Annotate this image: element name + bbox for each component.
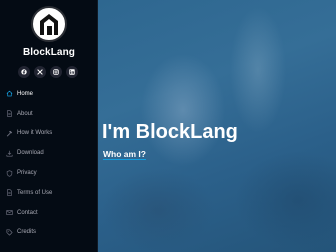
nav-item-privacy[interactable]: Privacy [0, 163, 98, 183]
document-icon [6, 189, 13, 196]
document-icon [6, 110, 13, 117]
nav-item-label: How it Works [17, 130, 53, 137]
nav-item-label: Home [17, 90, 34, 97]
nav-item-download[interactable]: Download [0, 143, 98, 163]
shield-icon [6, 169, 13, 177]
nav-item-about[interactable]: About [0, 104, 98, 124]
envelope-icon [6, 209, 13, 216]
nav-item-label: Terms of Use [17, 189, 53, 196]
nav-item-label: Download [17, 150, 44, 157]
nav-item-credits[interactable]: Credits [0, 223, 98, 243]
hero-title: I'm BlockLang [102, 121, 238, 143]
facebook-icon[interactable] [18, 66, 30, 78]
hammer-icon [6, 130, 13, 137]
nav-item-label: Contact [17, 209, 38, 216]
linkedin-icon[interactable] [66, 66, 78, 78]
hero-subtitle-link[interactable]: Who am I? [103, 149, 146, 160]
nav-menu: Home About How it Works Download Privacy [0, 84, 98, 242]
tag-icon [6, 229, 13, 236]
nav-item-label: About [17, 110, 33, 117]
sidebar: BlockLang Home About How it Works Downlo… [0, 0, 98, 252]
x-twitter-icon[interactable] [34, 66, 46, 78]
nav-item-contact[interactable]: Contact [0, 203, 98, 223]
nav-item-label: Credits [17, 229, 37, 236]
nav-item-terms-of-use[interactable]: Terms of Use [0, 183, 98, 203]
nav-item-label: Privacy [17, 170, 37, 177]
instagram-icon[interactable] [50, 66, 62, 78]
download-icon [6, 150, 13, 157]
nav-item-home[interactable]: Home [0, 84, 98, 104]
hero-section: I'm BlockLang Who am I? [98, 0, 336, 252]
social-links [18, 66, 80, 78]
home-icon [6, 90, 13, 97]
house-block-logo[interactable] [31, 6, 67, 42]
brand-name[interactable]: BlockLang [0, 47, 98, 58]
nav-item-how-it-works[interactable]: How it Works [0, 124, 98, 144]
